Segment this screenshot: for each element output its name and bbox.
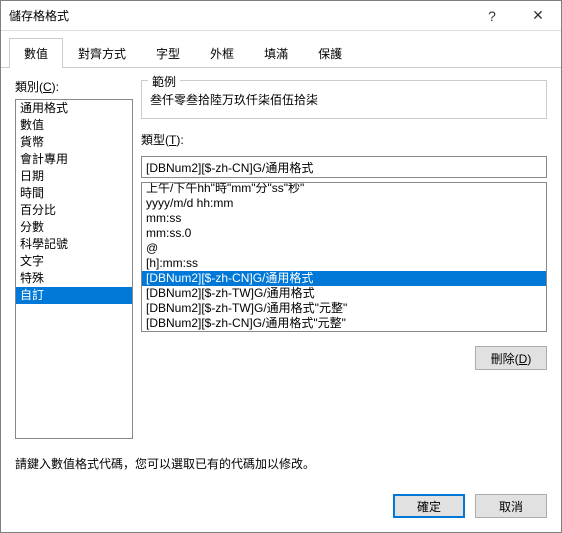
category-item[interactable]: 文字: [16, 253, 132, 270]
type-label: 類型(T):: [141, 131, 547, 148]
format-item[interactable]: mm:ss: [142, 211, 546, 226]
cancel-button[interactable]: 取消: [475, 494, 547, 518]
sample-text: 叁仟零叁拾陸万玖仟柒佰伍拾柒: [150, 91, 538, 108]
titlebar: 儲存格格式 ? ✕: [1, 1, 561, 31]
tab-strip: 數值對齊方式字型外框填滿保護: [1, 31, 561, 68]
tab-3[interactable]: 外框: [195, 38, 249, 68]
content-area: 類別(C): 通用格式數值貨幣會計專用日期時間百分比分數科學記號文字特殊自訂 範…: [1, 68, 561, 480]
category-item[interactable]: 百分比: [16, 202, 132, 219]
format-cells-dialog: 儲存格格式 ? ✕ 數值對齊方式字型外框填滿保護 類別(C): 通用格式數值貨幣…: [0, 0, 562, 533]
tab-2[interactable]: 字型: [141, 38, 195, 68]
format-item[interactable]: [h]:mm:ss: [142, 256, 546, 271]
delete-button[interactable]: 刪除(D): [475, 346, 547, 370]
dialog-footer: 確定 取消: [1, 480, 561, 532]
category-item[interactable]: 自訂: [16, 287, 132, 304]
format-item[interactable]: [DBNum2][$-zh-TW]G/通用格式: [142, 286, 546, 301]
tab-4[interactable]: 填滿: [249, 38, 303, 68]
ok-button[interactable]: 確定: [393, 494, 465, 518]
tab-1[interactable]: 對齊方式: [63, 38, 141, 68]
category-listbox[interactable]: 通用格式數值貨幣會計專用日期時間百分比分數科學記號文字特殊自訂: [15, 99, 133, 439]
category-item[interactable]: 會計專用: [16, 151, 132, 168]
category-item[interactable]: 分數: [16, 219, 132, 236]
category-item[interactable]: 貨幣: [16, 134, 132, 151]
format-item[interactable]: yyyy/m/d hh:mm: [142, 196, 546, 211]
category-label: 類別(C):: [15, 78, 133, 95]
tab-5[interactable]: 保護: [303, 38, 357, 68]
sample-fieldset: 範例 叁仟零叁拾陸万玖仟柒佰伍拾柒: [141, 80, 547, 119]
format-item[interactable]: 上午/下午hh"時"mm"分"ss"秒": [142, 182, 546, 196]
format-item[interactable]: mm:ss.0: [142, 226, 546, 241]
hint-text: 請鍵入數值格式代碼，您可以選取已有的代碼加以修改。: [15, 455, 547, 472]
format-item[interactable]: @: [142, 241, 546, 256]
window-title: 儲存格格式: [9, 7, 469, 24]
format-item[interactable]: [DBNum2][$-zh-CN]G/通用格式: [142, 271, 546, 286]
category-item[interactable]: 日期: [16, 168, 132, 185]
category-item[interactable]: 通用格式: [16, 100, 132, 117]
format-item[interactable]: [DBNum2][$-zh-CN]G/通用格式"元整": [142, 316, 546, 331]
help-button[interactable]: ?: [469, 1, 515, 31]
category-item[interactable]: 科學記號: [16, 236, 132, 253]
type-input[interactable]: [141, 156, 547, 178]
format-item[interactable]: [DBNum2][$-zh-TW]G/通用格式"元整": [142, 301, 546, 316]
format-listbox[interactable]: 上午/下午hh"時"mm"分"上午/下午hh"時"mm"分"ss"秒"yyyy/…: [141, 182, 547, 332]
tab-0[interactable]: 數值: [9, 38, 63, 68]
category-item[interactable]: 數值: [16, 117, 132, 134]
close-button[interactable]: ✕: [515, 1, 561, 31]
sample-legend: 範例: [148, 73, 180, 90]
category-item[interactable]: 特殊: [16, 270, 132, 287]
category-item[interactable]: 時間: [16, 185, 132, 202]
